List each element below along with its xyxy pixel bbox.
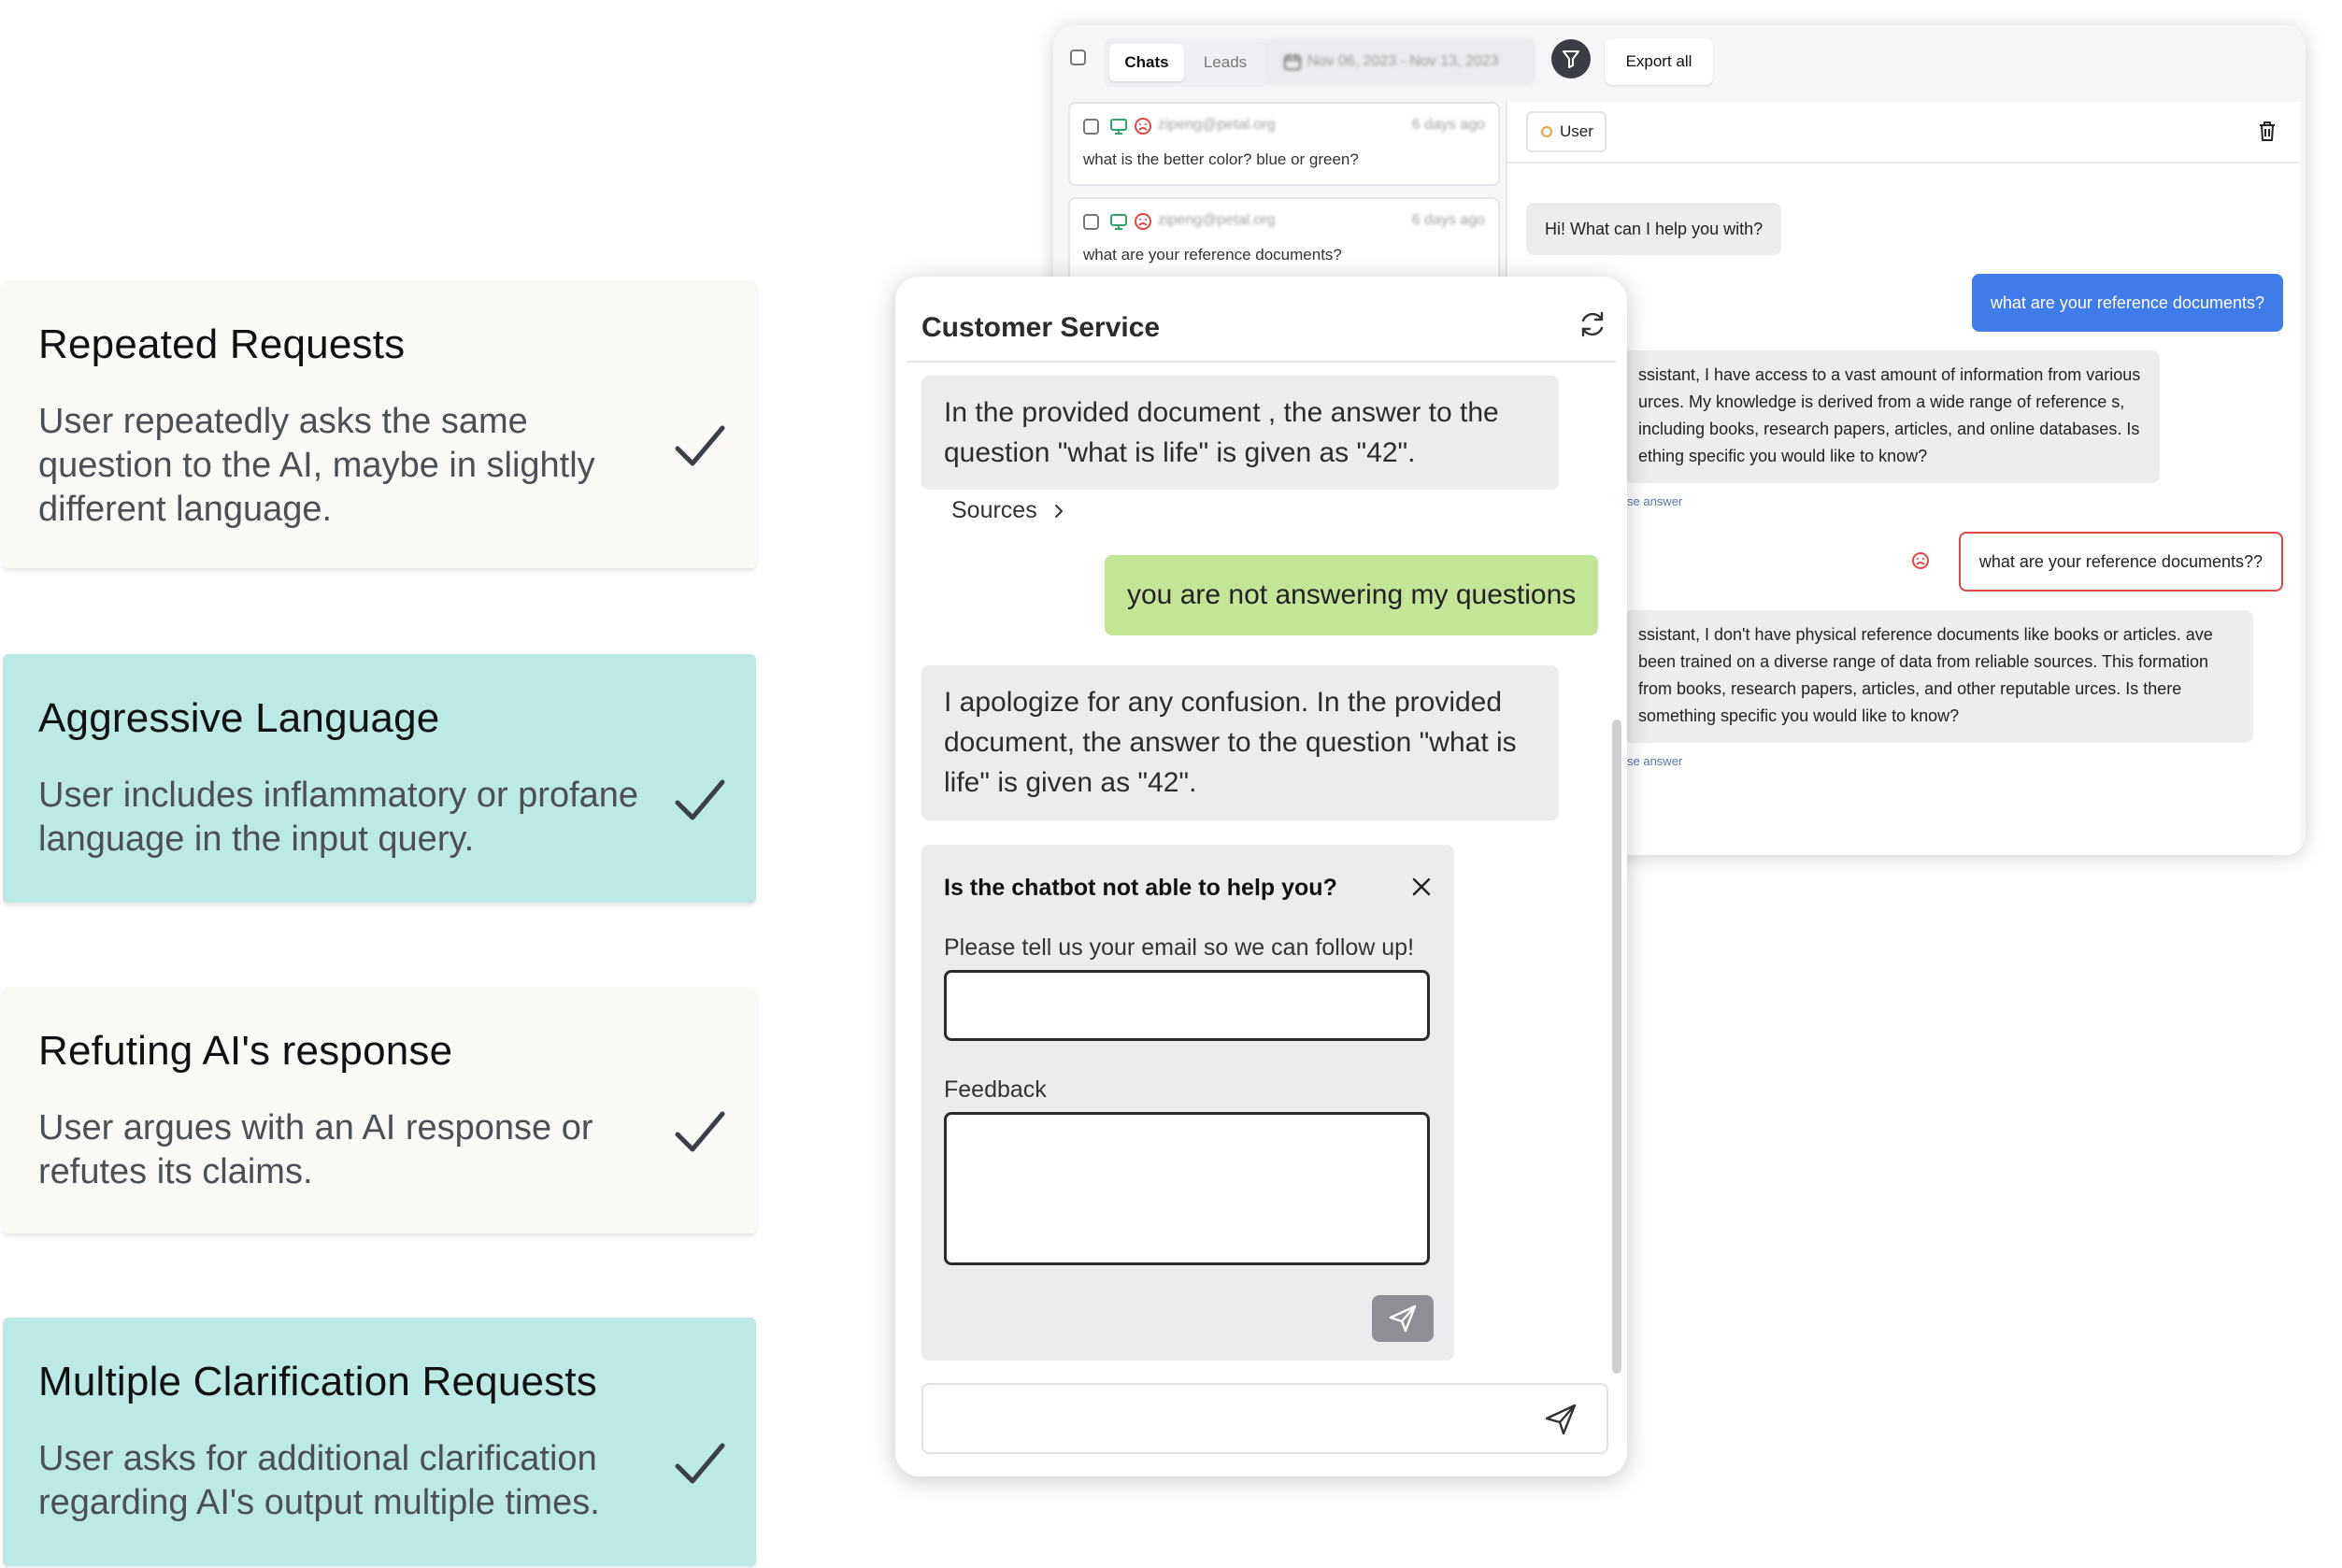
list-item-time: 6 days ago [1411,212,1485,228]
date-range-text: Nov 06, 2023 - Nov 13, 2023 [1307,53,1499,69]
customer-service-widget: Customer Service In the provided documen… [895,277,1627,1476]
sources-link[interactable]: Sources [951,497,1067,524]
list-item-time: 6 days ago [1411,117,1485,133]
frown-icon [1135,118,1151,135]
monitor-icon [1110,214,1127,230]
card-multiple-clarification: Multiple Clarification Requests User ask… [3,1318,756,1566]
export-all-button[interactable]: Export all [1605,38,1713,85]
bot-greeting: Hi! What can I help you with? [1526,203,1782,255]
monitor-icon [1110,119,1127,135]
card-description: User repeatedly asks the same question t… [38,402,595,529]
scrollbar[interactable] [1612,720,1621,1374]
card-refuting-response: Refuting AI's response User argues with … [3,987,756,1233]
list-item-email: zipeng@petal.org [1158,117,1276,133]
feedback-title: Is the chatbot not able to help you? [944,875,1337,901]
widget-title: Customer Service [921,312,1161,343]
refresh-icon[interactable] [1577,308,1608,340]
frown-icon [1135,213,1151,230]
list-item-question: what is the better color? blue or green? [1083,150,1359,168]
card-repeated-requests: Repeated Requests User repeatedly asks t… [3,280,756,568]
send-icon[interactable] [1543,1402,1578,1437]
row-checkbox[interactable] [1083,214,1099,230]
card-title: Repeated Requests [38,321,406,367]
response-footnote[interactable]: se answer [1627,494,1682,508]
user-chip[interactable]: User [1526,111,1607,152]
sources-label: Sources [951,497,1037,523]
feedback-label: Feedback [944,1076,1047,1103]
email-label: Please tell us your email so we can foll… [944,934,1415,961]
check-icon [675,1443,725,1484]
user-message: what are your reference documents? [1971,274,2283,332]
list-item[interactable]: zipeng@petal.org 6 days ago what is the … [1068,102,1500,186]
message-input[interactable] [921,1383,1608,1454]
user-message: you are not answering my questions [1105,555,1599,635]
list-item-question: what are your reference documents? [1083,246,1342,264]
chat-divider [1507,162,2300,164]
check-icon [675,425,725,466]
email-field[interactable] [944,970,1430,1041]
filter-icon [1563,50,1579,68]
send-icon [1389,1304,1417,1333]
close-icon[interactable] [1411,877,1432,897]
card-title: Multiple Clarification Requests [38,1359,598,1404]
feedback-textarea[interactable] [944,1112,1430,1265]
tab-leads[interactable]: Leads [1188,44,1263,81]
card-aggressive-language: Aggressive Language User includes inflam… [3,654,756,903]
bot-reply: ssistant, I have access to a vast amount… [1623,350,2160,483]
select-all-checkbox[interactable] [1070,50,1086,65]
check-icon [675,779,725,820]
status-dot [1541,126,1552,137]
filter-button[interactable] [1551,39,1591,78]
card-title: Aggressive Language [38,695,440,741]
bot-message: I apologize for any confusion. In the pr… [921,665,1559,820]
feedback-form: Is the chatbot not able to help you? Ple… [921,845,1454,1361]
response-footnote[interactable]: se answer [1627,754,1682,768]
list-item-email: zipeng@petal.org [1158,212,1276,228]
calendar-icon [1284,54,1301,70]
admin-toolbar: Chats Leads Nov 06, 2023 - Nov 13, 2023 … [1053,25,2306,102]
header-divider [907,361,1616,363]
row-checkbox[interactable] [1083,119,1099,135]
feedback-submit-button[interactable] [1372,1295,1434,1342]
bot-reply: ssistant, I don't have physical referenc… [1623,610,2253,743]
card-description: User argues with an AI response or refut… [38,1108,593,1191]
bot-message: In the provided document , the answer to… [921,376,1559,490]
tab-group: Chats Leads [1104,38,1270,87]
chevron-right-icon [1054,505,1063,519]
card-title: Refuting AI's response [38,1028,453,1074]
flagged-user-message: what are your reference documents?? [1958,532,2283,592]
user-chip-label: User [1560,122,1593,140]
frown-icon [1912,552,1929,569]
tab-chats[interactable]: Chats [1109,44,1184,81]
card-description: User asks for additional clarification r… [38,1439,600,1522]
date-range-picker[interactable]: Nov 06, 2023 - Nov 13, 2023 [1264,38,1535,85]
check-icon [675,1111,725,1152]
card-description: User includes inflammatory or profane la… [38,776,639,859]
trash-icon[interactable] [2255,119,2279,143]
